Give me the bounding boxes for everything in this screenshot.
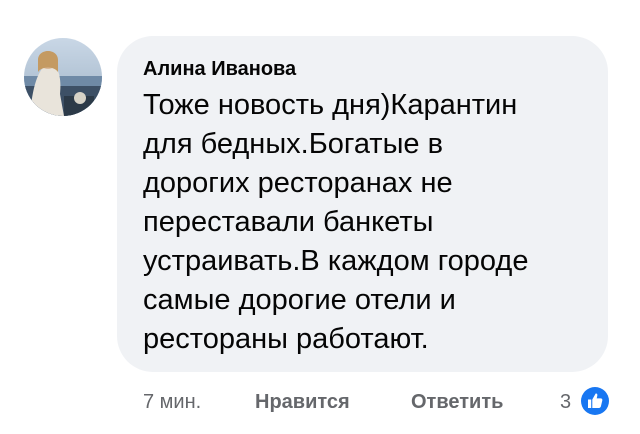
- reaction-count[interactable]: 3: [560, 388, 571, 416]
- comment-text-line: самые дорогие отели и: [143, 284, 456, 316]
- author-name[interactable]: Алина Иванова: [143, 57, 296, 81]
- reply-button[interactable]: Ответить: [411, 388, 503, 416]
- comment-screen: Алина Иванова Тоже новость дня)Карантин …: [0, 0, 640, 434]
- comment-text-line: рестораны работают.: [143, 323, 429, 355]
- comment-text-line: переставали банкеты: [143, 206, 434, 238]
- comment-text-line: для бедных.Богатые в: [143, 128, 444, 160]
- author-avatar[interactable]: [24, 38, 102, 116]
- comment-timestamp[interactable]: 7 мин.: [143, 388, 201, 416]
- thumbs-up-icon[interactable]: [580, 386, 610, 416]
- comment-text-line: Тоже новость дня)Карантин: [143, 89, 518, 121]
- comment-text-line: устраивать.В каждом городе: [143, 245, 529, 277]
- previous-item-edge: [168, 0, 220, 4]
- like-button[interactable]: Нравится: [255, 388, 350, 416]
- comment-text: Тоже новость дня)Карантин для бедных.Бог…: [143, 86, 598, 359]
- comment-text-line: дорогих ресторанах не: [143, 167, 453, 199]
